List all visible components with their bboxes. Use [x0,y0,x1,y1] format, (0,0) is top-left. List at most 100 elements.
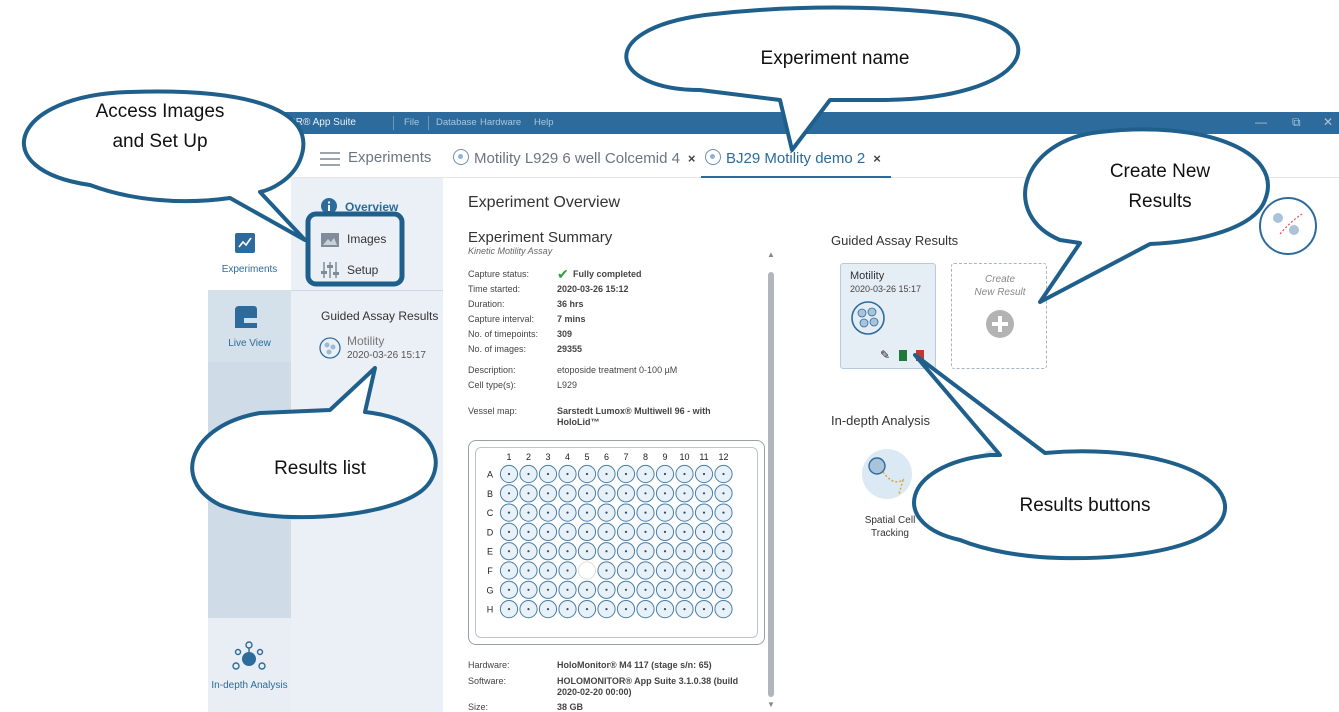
divider [291,290,443,291]
network-icon [232,641,266,670]
well-dot [605,511,608,514]
rail-item-in-depth-analysis[interactable]: In-depth Analysis [208,618,291,712]
well-dot [624,511,628,514]
well-dot [546,588,550,591]
well-dot [644,550,647,553]
close-window-icon[interactable]: ✕ [1323,115,1333,129]
well-dot [605,530,608,533]
motility-cells-icon [851,301,885,335]
field-label: Software: [468,676,507,686]
well-dot [585,472,589,476]
well-dot [546,550,550,553]
restore-icon[interactable]: ⧉ [1292,115,1301,130]
well-dot [546,511,550,514]
well-dot [702,569,706,572]
callout-text-access-2: and Set Up [112,131,208,152]
create-new-result-button[interactable]: Create New Result [951,263,1047,369]
field-label: Size: [468,702,489,712]
field-label: Description: [468,365,516,375]
well-dot [663,492,667,495]
well-dot [566,608,569,611]
field-label: Duration: [468,299,505,309]
plate-row-label: G [486,585,493,595]
field-label: No. of images: [468,344,527,354]
well-dot [722,608,725,611]
tracking-label-2: Tracking [871,528,909,539]
result-name: Motility [347,334,385,348]
well-grid: 1 2 3 4 5 6 7 8 9 10 11 12ABCDEFGH [486,452,733,619]
well-dot [683,608,686,611]
field-value: 2020-02-20 00:00) [557,687,632,697]
well-dot [644,511,647,514]
well-dot [507,608,511,611]
minimize-icon[interactable]: — [1255,115,1267,129]
summary-subtitle: Kinetic Motility Assay [468,246,553,256]
edit-pencil-icon[interactable]: ✎ [880,348,890,362]
well-dot [722,492,725,495]
result-card-motility[interactable]: Motility 2020-03-26 15:17 ✎ [840,263,936,369]
well-dot [644,530,647,533]
plate-row-label: D [487,527,494,537]
spatial-cell-tracking-button[interactable]: Spatial Cell Tracking [855,446,925,546]
well-dot [624,608,628,611]
well-dot [683,472,686,476]
well-dot [507,588,511,591]
well-dot [507,472,511,476]
callout-results-buttons [912,353,1228,561]
cells-icon [705,149,721,165]
scroll-down-icon[interactable]: ▼ [767,700,775,709]
tab-motility-l929[interactable]: Motility L929 6 well Colcemid 4 × [453,149,696,167]
plate-row-label: E [487,547,493,557]
cells-icon [319,337,341,359]
close-tab-icon[interactable]: × [688,151,696,166]
plate-col-label: 5 [584,452,589,462]
menu-hamburger-icon[interactable] [320,152,340,166]
rail-label: Experiments [221,264,278,275]
close-tab-icon[interactable]: × [873,151,881,166]
image-icon [321,233,339,247]
tab-bj29-motility[interactable]: BJ29 Motility demo 2 × [705,149,881,167]
menu-help[interactable]: Help [534,117,554,128]
active-tab-indicator [701,176,891,178]
well-dot [624,472,628,476]
well-dot [702,588,706,591]
plate-row-label: B [487,489,493,499]
scroll-thumb[interactable] [768,272,774,697]
well-dot [722,472,725,476]
well-dot [566,472,569,476]
tab-label: BJ29 Motility demo 2 [726,150,866,167]
rail-item-live-view[interactable]: Live View [208,290,291,362]
title-bar: OR® App Suite File Database Hardware Hel… [208,112,1339,134]
well-dot [585,588,589,591]
tab-experiments[interactable]: Experiments [348,149,431,166]
well-dot [683,492,686,495]
menu-file[interactable]: File [404,117,419,128]
vessel-map-plate: 1 2 3 4 5 6 7 8 9 10 11 12 A B C D E F G H [468,440,765,645]
scroll-up-icon[interactable]: ▲ [767,250,775,259]
delete-icon[interactable] [916,350,924,361]
excel-export-icon[interactable] [899,350,907,361]
menu-database[interactable]: Database [436,117,477,128]
left-rail: Experiments Live View In-depth Analysis [208,178,291,712]
results-list-item-motility[interactable]: Motility 2020-03-26 15:17 [319,333,443,373]
well-dot [663,530,667,533]
field-value: HOLOMONITOR® App Suite 3.1.0.38 (build [557,676,739,686]
menu-hardware[interactable]: Hardware [480,117,521,128]
well-dot [702,550,706,553]
plate-well[interactable] [577,561,597,580]
well-dot [663,588,667,591]
field-label: Time started: [468,284,521,294]
well-dot [507,492,511,495]
well-dot [702,492,706,495]
well-dot [507,530,511,533]
rail-item-experiments[interactable]: Experiments [208,178,291,290]
guided-results-title: Guided Assay Results [831,233,959,248]
summary-scrollbar[interactable]: ▲ ▼ [765,250,777,710]
experiment-nav-panel: Overview Images Setup Guided Assay Resul… [291,178,443,712]
field-label: Cell type(s): [468,380,517,390]
field-value: 309 [557,329,573,339]
well-dot [585,608,589,611]
well-dot [527,472,530,476]
well-dot [546,569,550,572]
well-dot [644,492,647,495]
